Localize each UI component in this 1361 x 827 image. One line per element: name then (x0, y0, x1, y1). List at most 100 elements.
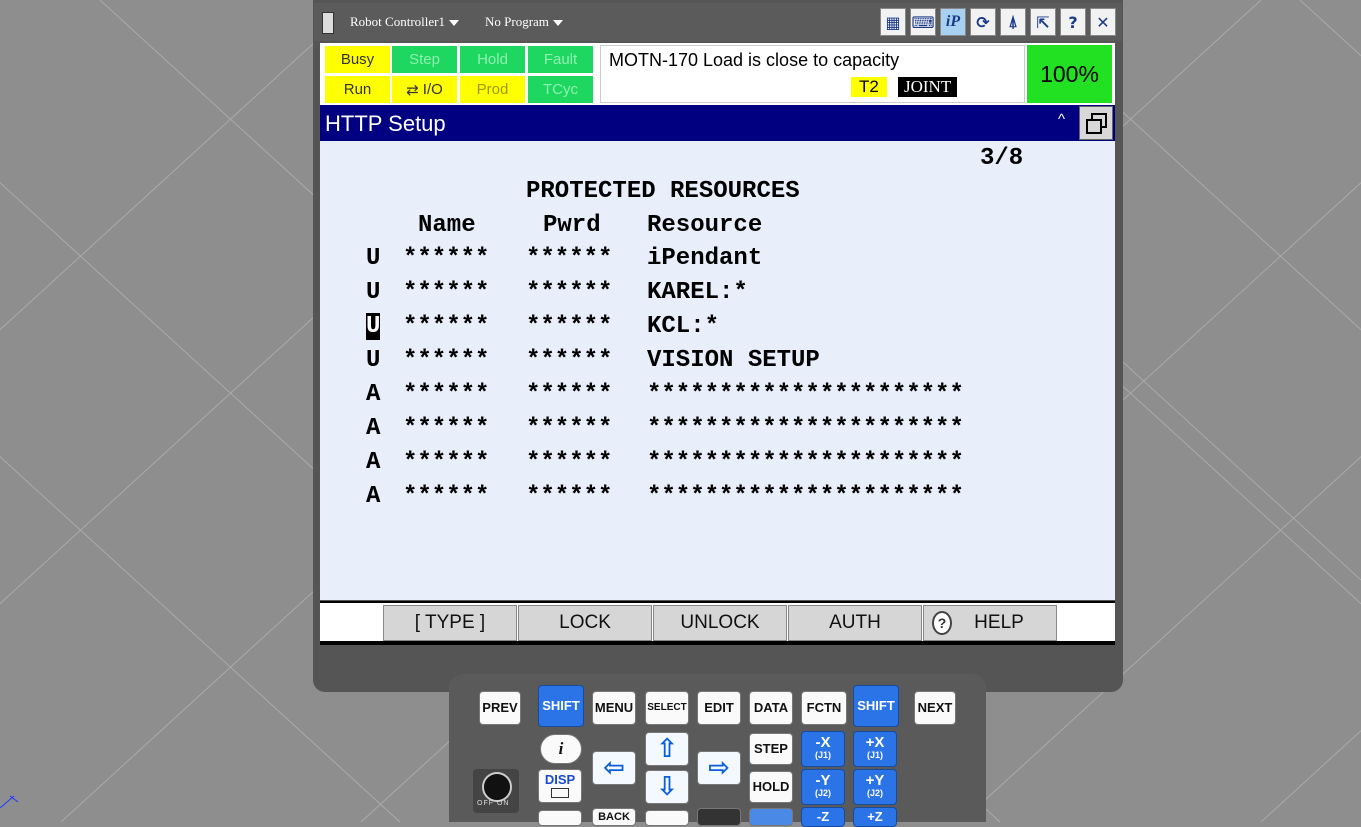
row-resource: ********************** (647, 381, 964, 408)
disp-window-icon (551, 788, 569, 798)
chevron-up-icon[interactable]: ^ (1058, 111, 1065, 128)
close-icon[interactable]: ✕ (1090, 8, 1116, 36)
jog-up-key[interactable] (749, 808, 793, 826)
f5-help-label: HELP (974, 612, 1024, 633)
help-icon: ? (932, 611, 952, 635)
plus-x-label: +X (865, 734, 885, 751)
enable-keyswitch[interactable]: OFF ON (473, 769, 519, 813)
row-pwrd: ****** (526, 313, 613, 340)
status-bar: Busy Step Hold Fault Run ⇄ I/O Prod TCyc… (320, 43, 1115, 105)
section-heading: PROTECTED RESOURCES (526, 178, 800, 205)
row-name: ****** (403, 313, 490, 340)
select-key[interactable]: SELECT (645, 691, 689, 725)
row-type[interactable]: A (366, 381, 380, 408)
keyswitch-label: OFF ON (477, 800, 510, 807)
info-key[interactable]: i (540, 734, 582, 764)
plus-x-key[interactable]: +X (J1) (853, 731, 897, 767)
led-busy: Busy (325, 46, 390, 73)
minus-y-key[interactable]: -Y (J2) (801, 769, 845, 805)
pop-out-icon[interactable]: ⇱ (1030, 8, 1056, 36)
maximize-icon[interactable] (1079, 106, 1113, 140)
disp-key[interactable]: DISP (538, 769, 582, 803)
row-type[interactable]: U (366, 279, 380, 306)
keyswitch-knob-icon (482, 772, 512, 802)
row-type[interactable]: U (366, 245, 380, 272)
row-pwrd: ****** (526, 245, 613, 272)
row-type[interactable]: U (366, 347, 380, 374)
row-type[interactable]: A (366, 449, 380, 476)
minus-z-key[interactable]: -Z (801, 807, 845, 827)
menu-key[interactable]: MENU (592, 691, 636, 725)
minus-y-sub: (J2) (814, 788, 831, 798)
plus-y-sub: (J2) (866, 788, 883, 798)
plus-y-key[interactable]: +Y (J2) (853, 769, 897, 805)
led-io-label: I/O (422, 81, 443, 98)
prev-key[interactable]: PREV (479, 691, 521, 725)
row-name: ****** (403, 449, 490, 476)
right-arrow-key[interactable]: ⇨ (697, 751, 741, 785)
step-key[interactable]: STEP (749, 733, 793, 765)
led-prod: Prod (460, 76, 525, 103)
f4-auth-button[interactable]: AUTH (788, 605, 922, 641)
speed-override[interactable]: 100% (1027, 45, 1112, 103)
arrow-left-icon: ⇦ (603, 753, 625, 783)
controller-dropdown[interactable]: Robot Controller1 (350, 14, 459, 30)
help-circle-icon[interactable]: ? (1060, 8, 1086, 36)
back-key[interactable]: BACK (592, 808, 636, 826)
row-name: ****** (403, 483, 490, 510)
fctn-key[interactable]: FCTN (801, 691, 847, 725)
alarm-message-box[interactable]: MOTN-170 Load is close to capacity T2 JO… (600, 45, 1025, 103)
program-dropdown[interactable]: No Program (485, 14, 563, 30)
mode-indicator: T2 (851, 77, 887, 97)
shift-left-key[interactable]: SHIFT (538, 685, 584, 727)
shift-right-key[interactable]: SHIFT (853, 685, 899, 727)
plus-z-key[interactable]: +Z (853, 807, 897, 827)
coord-indicator: JOINT (898, 77, 958, 97)
page-indicator: 3/8 (980, 145, 1024, 172)
io-swap-icon: ⇄ (406, 80, 419, 99)
left-arrow-key[interactable]: ⇦ (592, 751, 636, 785)
keyboard-icon[interactable]: ⌨ (910, 8, 936, 36)
column-header-pwrd: Pwrd (543, 212, 601, 239)
row-pwrd: ****** (526, 279, 613, 306)
minus-x-sub: (J1) (814, 750, 831, 760)
alarm-text: MOTN-170 Load is close to capacity (609, 50, 900, 70)
reset-key[interactable] (538, 810, 582, 826)
row-resource: KCL:* (647, 313, 720, 340)
led-step: Step (392, 46, 457, 73)
row-name: ****** (403, 347, 490, 374)
plus-y-label: +Y (865, 772, 885, 789)
data-key[interactable]: DATA (749, 691, 793, 725)
minus-x-key[interactable]: -X (J1) (801, 731, 845, 767)
minus-y-label: -Y (815, 772, 831, 789)
title-bar: Robot Controller1 No Program ▦ ⌨ iP ⟳ ⍋ ⇱? ✕ (314, 3, 1122, 41)
row-pwrd: ****** (526, 415, 613, 442)
function-key-bar: [ TYPE ] LOCK UNLOCK AUTH ? HELP (320, 601, 1115, 645)
chevron-down-icon (448, 20, 459, 26)
row-type[interactable]: A (366, 415, 380, 442)
hold-key[interactable]: HOLD (749, 771, 793, 803)
screen-header: HTTP Setup ^ (320, 105, 1115, 141)
refresh-icon[interactable]: ⟳ (970, 8, 996, 36)
row-type[interactable]: A (366, 483, 380, 510)
antenna-icon[interactable]: ⍋ (1000, 8, 1026, 36)
up-arrow-key[interactable]: ⇧ (645, 732, 689, 766)
row-name: ****** (403, 381, 490, 408)
ip-icon[interactable]: iP (940, 8, 966, 36)
row-pwrd: ****** (526, 347, 613, 374)
row-resource: ********************** (647, 449, 964, 476)
row-pwrd: ****** (526, 483, 613, 510)
led-fault: Fault (528, 46, 593, 73)
f5-help-button[interactable]: ? HELP (923, 605, 1057, 641)
pendant-icon[interactable]: ▦ (880, 8, 906, 36)
led-run: Run (325, 76, 390, 103)
enter-key[interactable] (697, 808, 741, 826)
edit-key[interactable]: EDIT (697, 691, 741, 725)
f3-unlock-button[interactable]: UNLOCK (653, 605, 787, 641)
next-key[interactable]: NEXT (914, 691, 956, 725)
f1-type-button[interactable]: [ TYPE ] (383, 605, 517, 641)
row-type[interactable]: U (366, 313, 381, 340)
f2-lock-button[interactable]: LOCK (518, 605, 652, 641)
items-key[interactable] (645, 810, 689, 826)
down-arrow-key[interactable]: ⇩ (645, 770, 689, 804)
